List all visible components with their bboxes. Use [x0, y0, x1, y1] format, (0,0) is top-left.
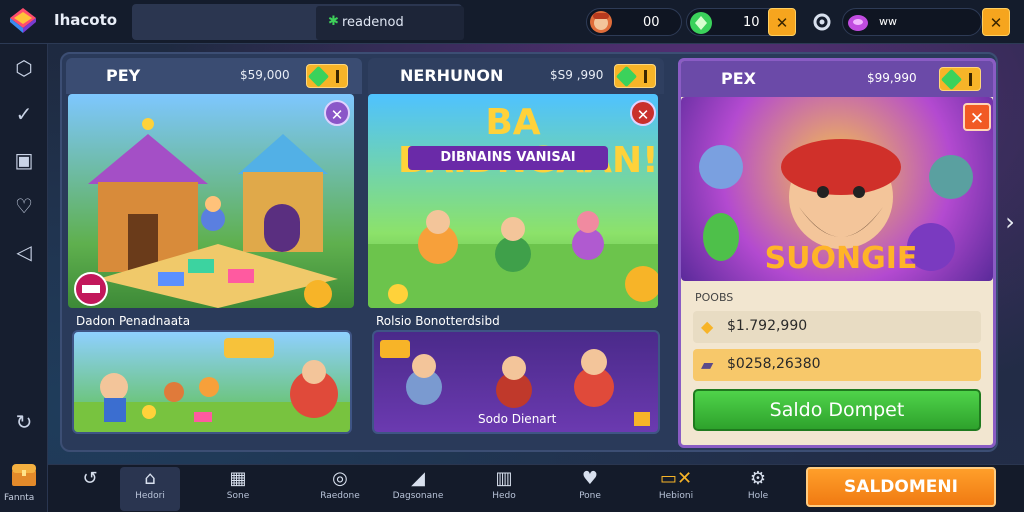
resource-pill-crystal: ww: [842, 8, 982, 36]
saldomeni-button[interactable]: SALDOMENI: [806, 467, 996, 507]
nav-label: Hebioni: [658, 491, 694, 501]
grid-icon: ▦: [229, 468, 247, 489]
add-gems-button[interactable]: ✕: [768, 8, 796, 36]
panel1-label: PEY: [106, 66, 141, 85]
gem-icon: [307, 65, 330, 88]
check-shield-icon[interactable]: ✓: [12, 102, 36, 126]
heart-outline-icon[interactable]: ♡: [12, 194, 36, 218]
nav-item-hole[interactable]: ⚙ Hole: [728, 467, 788, 511]
nav-label: Hole: [747, 491, 769, 501]
panel2-header: NERHUNON $S9 ,990: [368, 58, 664, 94]
panel1-sub-artwork[interactable]: [72, 330, 352, 434]
top-bar: Ihacoto ✱ readenod 00 10 ✕ ww ✕: [0, 0, 1024, 44]
nav-label: Pone: [579, 491, 601, 501]
app-title: Ihacoto: [54, 11, 118, 29]
panel3-close-button[interactable]: ✕: [963, 103, 991, 131]
panel3-label: PEX: [721, 69, 756, 88]
puzzle-icon[interactable]: ⬡: [12, 56, 36, 80]
nav-label: Hedo: [492, 491, 516, 501]
panel2-price: $S9 ,990: [550, 68, 604, 82]
heroes-scene-illustration: [74, 338, 350, 432]
rail-label: Fannta: [4, 493, 35, 503]
resource-pill-avatar: 00: [586, 8, 682, 36]
nav-item-raedone[interactable]: ◎ Raedone: [310, 467, 370, 511]
gear-icon: ⚙: [749, 468, 767, 489]
search-icon: ◎: [332, 468, 348, 489]
panel1-header: PEY $59,000: [66, 58, 362, 94]
panel3-price: $99,990: [867, 71, 917, 85]
panel2-buy-button[interactable]: [614, 64, 656, 88]
nav-label: Raedone: [320, 491, 360, 501]
resource3-value: ww: [879, 15, 897, 28]
panel3-artwork[interactable]: ✕ SUONGIE: [681, 97, 993, 281]
app-logo-icon[interactable]: [8, 6, 38, 36]
gem-icon: [615, 65, 638, 88]
panel2-label: NERHUNON: [400, 66, 504, 85]
panel2-sub-artwork[interactable]: Sodo Dienart: [372, 330, 660, 434]
treasure-chest-icon[interactable]: [10, 460, 38, 488]
panel1-sub-label: Dadon Penadnaata: [76, 314, 191, 328]
back-button[interactable]: ↺: [60, 467, 120, 511]
panel1-artwork[interactable]: ✕: [68, 94, 354, 308]
panel3-section-label: POOBS: [695, 291, 734, 304]
panel2-art-subtitle: DIBNAINS VANISAI: [408, 146, 608, 170]
saldo-dompet-button[interactable]: Saldo Dompet: [693, 389, 981, 431]
panel2-sub-tag: Sodo Dienart: [478, 412, 557, 426]
panel3-buy-button[interactable]: [939, 67, 981, 91]
tab-label: readenod: [342, 15, 404, 30]
stat-row-2: ▰ $0258,26380: [693, 349, 981, 381]
settings-icon[interactable]: [810, 10, 834, 34]
nav-item-sone[interactable]: ▦ Sone: [208, 467, 268, 511]
stat1-value: $1.792,990: [727, 318, 808, 334]
village-scene-illustration: [88, 118, 338, 308]
nav-label: Dagsonane: [392, 491, 444, 501]
nav-item-pone[interactable]: ♥ Pone: [560, 467, 620, 511]
panel2-close-button[interactable]: ✕: [630, 100, 656, 126]
resource2-value: 10: [743, 15, 760, 30]
next-arrow-icon[interactable]: ›: [998, 208, 1022, 240]
nav-label: Hedori: [135, 491, 165, 501]
stat-row-1: ◆ $1.792,990: [693, 311, 981, 343]
panel1-badge-icon: [74, 272, 108, 306]
gem-icon: [940, 68, 963, 91]
inbox-icon[interactable]: ▣: [12, 148, 36, 172]
gem-icon: [690, 12, 712, 34]
nav-item-dagsonane[interactable]: ◢ Dagsonane: [388, 467, 448, 511]
panel2-sub-label: Rolsio Bonotterdsibd: [376, 314, 500, 328]
panel3-header: PEX $99,990: [681, 61, 993, 97]
bottom-nav: ↺ ⌂ Hedori ▦ Sone ◎ Raedone ◢ Dagsonane …: [48, 464, 1024, 512]
nav-label: Sone: [226, 491, 250, 501]
back-icon: ↺: [82, 468, 98, 489]
coin-icon: ◆: [701, 317, 714, 336]
tab-icon: ✱: [328, 14, 339, 29]
wallet-icon: ▰: [701, 355, 714, 374]
close-button[interactable]: ✕: [982, 8, 1010, 36]
nav-item-hebioni[interactable]: ▭✕ Hebioni: [646, 467, 706, 511]
refresh-icon[interactable]: ↻: [12, 410, 36, 434]
panel3-art-title: SUONGIE: [764, 241, 918, 276]
left-rail: ⬡ ✓ ▣ ♡ ◁ ↻ Fannta: [0, 44, 48, 512]
crystal-icon: [848, 15, 868, 31]
stat2-value: $0258,26380: [727, 356, 821, 372]
tab-active[interactable]: ✱ readenod: [316, 6, 464, 40]
ticket-icon: ▭✕: [659, 468, 693, 489]
panel2-artwork[interactable]: BA BAIDNGAAN! DIBNAINS VANISAI ✕: [368, 94, 658, 308]
panel1-price: $59,000: [240, 68, 290, 82]
heart-icon: ♥: [581, 468, 599, 489]
resource1-value: 00: [643, 15, 660, 30]
back-arrow-icon[interactable]: ◁: [12, 240, 36, 264]
nav-item-hedo[interactable]: ▥ Hedo: [474, 467, 534, 511]
main-panel: PEY $59,000 ✕ Dadon Penadnaata NERHUNON …: [60, 52, 998, 452]
featured-card: PEX $99,990 ✕ SUONGIE POOBS ◆ $1.792,990…: [678, 58, 996, 448]
panel1-buy-button[interactable]: [306, 64, 348, 88]
panel1-close-button[interactable]: ✕: [324, 100, 350, 126]
nav-item-home[interactable]: ⌂ Hedori: [120, 467, 180, 511]
gamepad-icon: ▥: [495, 468, 513, 489]
player-avatar-icon[interactable]: [589, 10, 613, 34]
tag-icon: ◢: [411, 468, 425, 489]
home-icon: ⌂: [144, 468, 156, 489]
